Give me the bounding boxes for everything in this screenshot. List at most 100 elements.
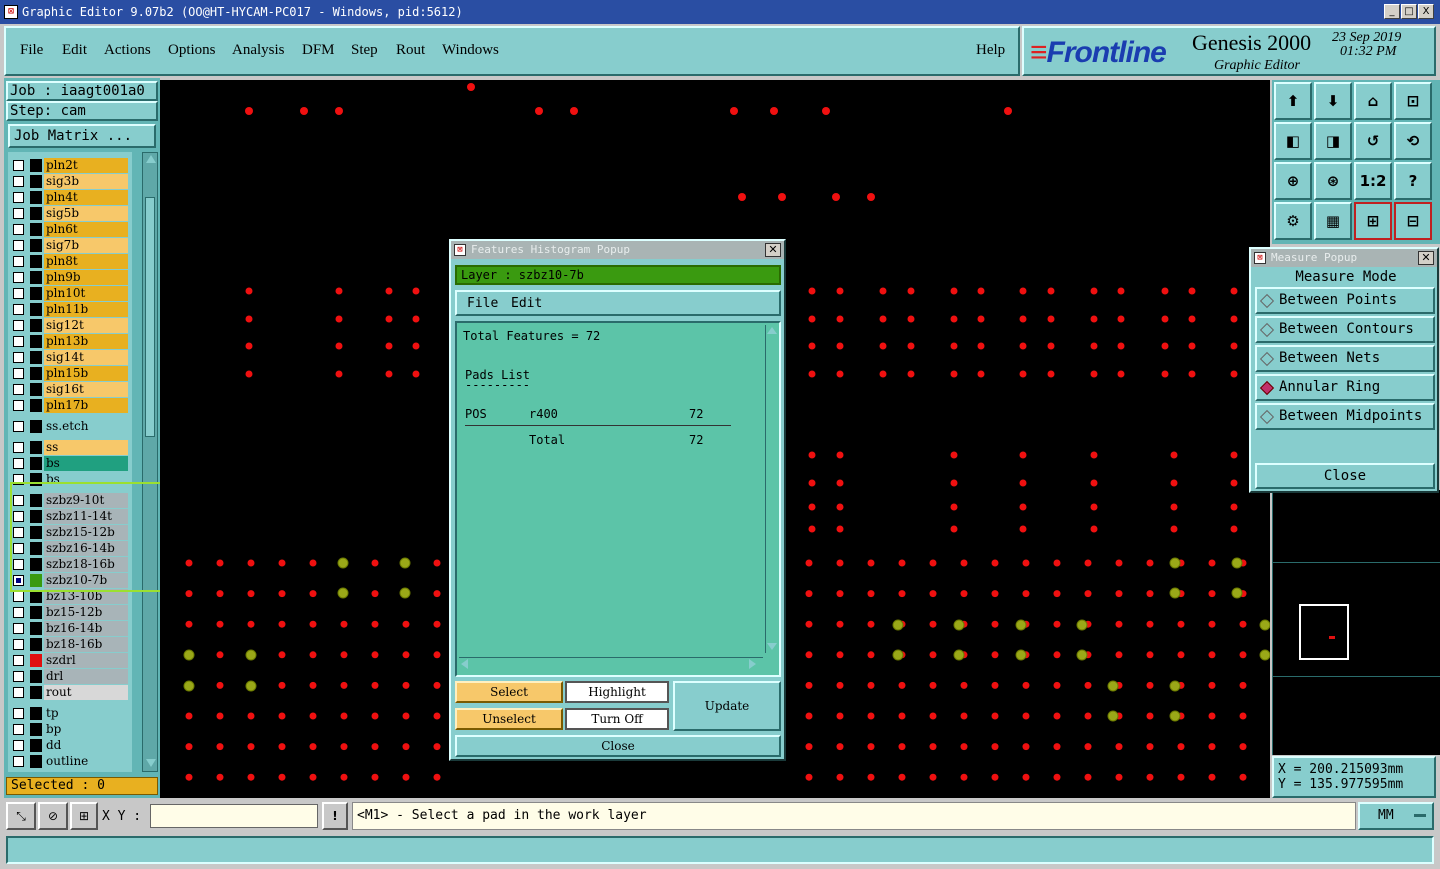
pad[interactable]	[1208, 743, 1216, 751]
pad[interactable]	[245, 107, 253, 115]
layer-checkbox[interactable]	[13, 368, 24, 379]
pad[interactable]	[1208, 559, 1216, 567]
pad[interactable]	[836, 681, 844, 689]
pad[interactable]	[402, 773, 410, 781]
pad[interactable]	[309, 590, 317, 598]
maximize-button[interactable]: □	[1401, 4, 1417, 19]
pad[interactable]	[836, 342, 844, 350]
pad[interactable]	[278, 743, 286, 751]
pad[interactable]	[991, 712, 999, 720]
layer-checkbox[interactable]	[13, 623, 24, 634]
measure-option-between-midpoints[interactable]: Between Midpoints	[1255, 403, 1435, 430]
pad[interactable]	[879, 370, 887, 378]
layer-name[interactable]: bz18-16b	[44, 637, 128, 652]
pad[interactable]	[245, 649, 257, 661]
settings-icon[interactable]: ⚙	[1274, 202, 1312, 240]
pad[interactable]	[805, 590, 813, 598]
highlight-button[interactable]: Highlight	[565, 681, 669, 703]
layer-name[interactable]: outline	[44, 754, 128, 769]
pad[interactable]	[1090, 503, 1098, 511]
pad[interactable]	[1084, 773, 1092, 781]
layer-name[interactable]: sig12t	[44, 318, 128, 333]
pad[interactable]	[892, 619, 904, 631]
pad[interactable]	[1146, 773, 1154, 781]
pad[interactable]	[309, 773, 317, 781]
pad[interactable]	[1146, 712, 1154, 720]
pad[interactable]	[1084, 681, 1092, 689]
pad[interactable]	[433, 590, 441, 598]
layer-row-tp[interactable]: tp	[10, 706, 128, 721]
pad[interactable]	[836, 620, 844, 628]
pad[interactable]	[867, 651, 875, 659]
pad[interactable]	[247, 590, 255, 598]
pad[interactable]	[1084, 559, 1092, 567]
pad[interactable]	[278, 773, 286, 781]
pad[interactable]	[1053, 743, 1061, 751]
pad[interactable]	[1146, 651, 1154, 659]
pad[interactable]	[836, 287, 844, 295]
layer-row-ss[interactable]: ss	[10, 440, 128, 455]
pad[interactable]	[185, 620, 193, 628]
job-matrix-button[interactable]: Job Matrix ...	[8, 124, 156, 148]
layer-row-pln11b[interactable]: pln11b	[10, 302, 128, 317]
pad[interactable]	[1115, 743, 1123, 751]
pad[interactable]	[879, 342, 887, 350]
pad[interactable]	[1230, 342, 1238, 350]
layer-checkbox[interactable]	[13, 352, 24, 363]
pad[interactable]	[991, 620, 999, 628]
pad[interactable]	[770, 107, 778, 115]
fit-icon[interactable]: ⊕	[1274, 162, 1312, 200]
units-dropdown[interactable]: MM	[1358, 802, 1434, 830]
pad[interactable]	[960, 681, 968, 689]
layers-b-icon[interactable]: ⊟	[1394, 202, 1432, 240]
histogram-close-icon[interactable]: ✕	[765, 243, 781, 257]
turn-off-button[interactable]: Turn Off	[565, 708, 669, 730]
layer-checkbox[interactable]	[13, 384, 24, 395]
pad[interactable]	[245, 370, 253, 378]
pad[interactable]	[898, 712, 906, 720]
mirror-icon[interactable]: ↺	[1354, 122, 1392, 160]
pad[interactable]	[808, 479, 816, 487]
pad[interactable]	[216, 681, 224, 689]
menu-edit[interactable]: Edit	[62, 42, 87, 59]
pad[interactable]	[832, 193, 840, 201]
layer-row-pln8t[interactable]: pln8t	[10, 254, 128, 269]
cursor-mode-icon[interactable]: ⤡	[6, 802, 36, 830]
pad[interactable]	[247, 712, 255, 720]
measure-close-button[interactable]: Close	[1255, 463, 1435, 489]
pad[interactable]	[1170, 451, 1178, 459]
layer-row-szbz18-16b[interactable]: szbz18-16b	[10, 557, 128, 572]
layer-name[interactable]: pln2t	[44, 158, 128, 173]
pad[interactable]	[1090, 370, 1098, 378]
layer-checkbox[interactable]	[13, 543, 24, 554]
pad[interactable]	[278, 651, 286, 659]
pad[interactable]	[808, 503, 816, 511]
pad[interactable]	[1161, 342, 1169, 350]
pad[interactable]	[836, 590, 844, 598]
pad[interactable]	[1053, 773, 1061, 781]
scroll-up-icon[interactable]	[146, 155, 156, 163]
menu-windows[interactable]: Windows	[442, 42, 499, 59]
pad[interactable]	[1090, 479, 1098, 487]
pad[interactable]	[1090, 451, 1098, 459]
layer-row-ss.etch[interactable]: ss.etch	[10, 419, 128, 434]
pad[interactable]	[371, 620, 379, 628]
pad[interactable]	[867, 681, 875, 689]
layer-name[interactable]: sig3b	[44, 174, 128, 189]
layer-row-szbz16-14b[interactable]: szbz16-14b	[10, 541, 128, 556]
scroll-down-icon[interactable]	[146, 759, 156, 767]
pad[interactable]	[278, 712, 286, 720]
pad[interactable]	[1208, 773, 1216, 781]
pad[interactable]	[385, 315, 393, 323]
pad[interactable]	[1230, 287, 1238, 295]
pad[interactable]	[1188, 370, 1196, 378]
layer-row-szdrl[interactable]: szdrl	[10, 653, 128, 668]
pad[interactable]	[185, 773, 193, 781]
layer-name[interactable]: bs	[44, 472, 128, 487]
layer-checkbox[interactable]	[13, 224, 24, 235]
layer-row-sig3b[interactable]: sig3b	[10, 174, 128, 189]
layer-row-szbz10-7b[interactable]: szbz10-7b	[10, 573, 128, 588]
pad[interactable]	[278, 559, 286, 567]
pad[interactable]	[1019, 525, 1027, 533]
pad[interactable]	[867, 590, 875, 598]
